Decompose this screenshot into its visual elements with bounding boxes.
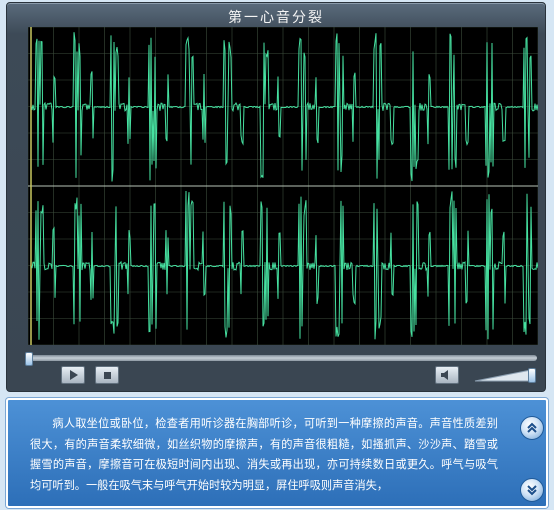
volume-ramp: [474, 369, 532, 382]
stop-icon: [103, 371, 111, 379]
stop-button[interactable]: [95, 366, 119, 384]
seek-thumb[interactable]: [25, 352, 33, 366]
waveform-trace: [31, 32, 538, 182]
speaker-icon: [441, 370, 448, 380]
volume-slider[interactable]: [473, 367, 536, 383]
double-chevron-down-icon: [527, 485, 537, 496]
waveform-display: [28, 27, 538, 345]
scroll-down-button[interactable]: [520, 478, 544, 502]
description-text: 病人取坐位或卧位，检查者用听诊器在胸部听诊，可听到一种摩擦的声音。声音性质差别很…: [30, 417, 498, 492]
waveform-trace: [31, 190, 538, 340]
play-icon: [70, 370, 78, 380]
description-panel: 病人取坐位或卧位，检查者用听诊器在胸部听诊，可听到一种摩擦的声音。声音性质差别很…: [6, 398, 548, 508]
volume-thumb[interactable]: [528, 368, 536, 383]
play-button[interactable]: [61, 366, 85, 384]
waveform-svg: [28, 27, 538, 345]
audio-player: 第一心音分裂: [6, 2, 546, 392]
player-title: 第一心音分裂: [228, 10, 324, 26]
scroll-up-button[interactable]: [520, 416, 544, 440]
double-chevron-up-icon: [527, 422, 537, 433]
mute-button[interactable]: [435, 366, 459, 384]
seek-bar[interactable]: [25, 352, 537, 366]
